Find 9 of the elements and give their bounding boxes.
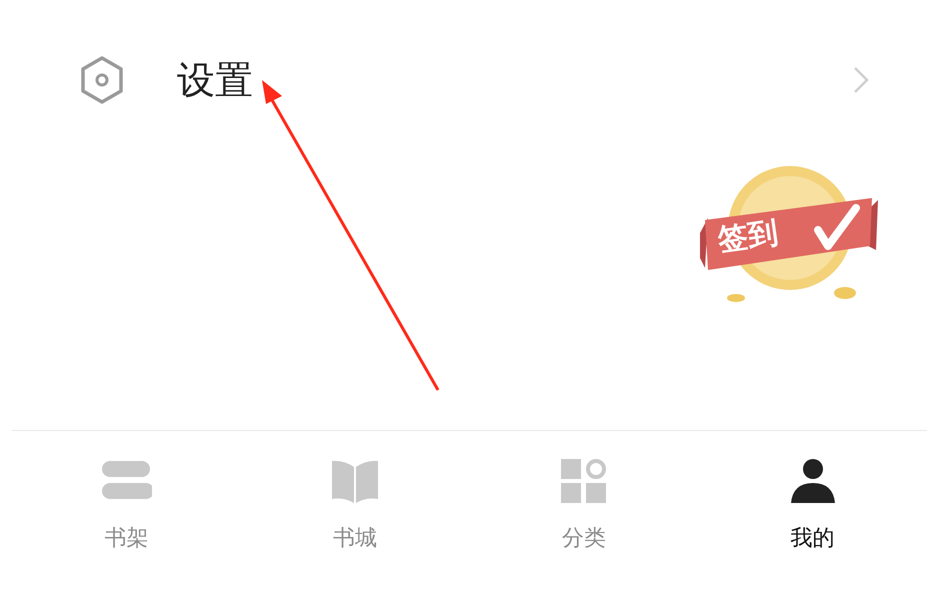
- check-in-label: 签到: [715, 214, 781, 260]
- check-in-badge[interactable]: 签到: [700, 158, 880, 308]
- nav-tab[interactable]: 分类: [470, 431, 698, 593]
- chevron-right-icon: [851, 65, 871, 95]
- settings-label: 设置: [177, 56, 254, 104]
- nav-tab[interactable]: 我的: [698, 431, 927, 593]
- settings-row[interactable]: 设置: [0, 40, 927, 120]
- nav-tab[interactable]: 书架: [12, 431, 241, 593]
- nav-tab[interactable]: 书城: [240, 431, 470, 593]
